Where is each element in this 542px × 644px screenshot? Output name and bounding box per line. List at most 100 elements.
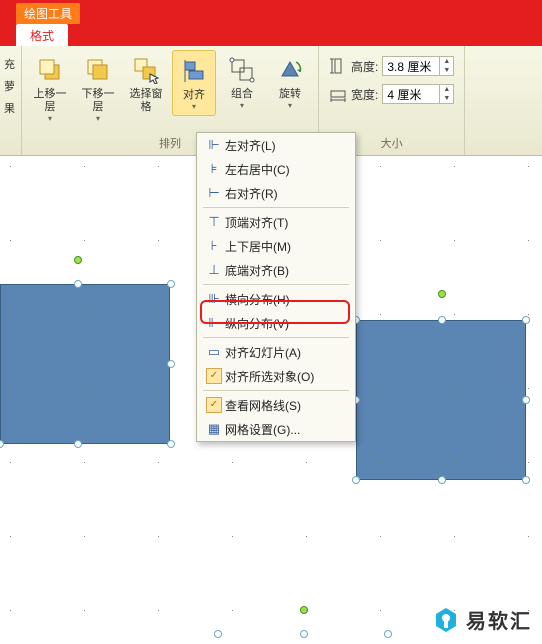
dropdown-item-11[interactable]: ▭对齐幻灯片(A) <box>197 340 355 364</box>
align-item-icon: ▦ <box>203 421 225 437</box>
group-icon <box>226 54 258 86</box>
dropdown-item-label: 右对齐(R) <box>225 185 347 202</box>
chevron-down-icon: ▾ <box>96 114 100 123</box>
dropdown-item-label: 网格设置(G)... <box>225 421 347 438</box>
dropdown-item-1[interactable]: ⊧左右居中(C) <box>197 157 355 181</box>
dropdown-item-12[interactable]: ✓对齐所选对象(O) <box>197 364 355 388</box>
dropdown-item-label: 底端对齐(B) <box>225 262 347 279</box>
rotate-handle[interactable] <box>74 256 82 264</box>
dropdown-item-label: 横向分布(H) <box>225 291 347 308</box>
resize-handle[interactable] <box>352 476 360 484</box>
resize-handle[interactable] <box>167 440 175 448</box>
rotate-button[interactable]: 旋转 ▾ <box>268 50 312 114</box>
check-icon: ✓ <box>206 368 222 384</box>
align-item-icon: ⊩ <box>203 315 225 331</box>
align-item-icon: ⊩ <box>203 137 225 153</box>
height-input[interactable]: ▲▼ <box>382 56 454 76</box>
chevron-down-icon: ▾ <box>192 102 196 111</box>
bring-forward-icon <box>34 54 66 86</box>
align-item-icon: ⊤ <box>203 214 225 230</box>
resize-handle[interactable] <box>438 476 446 484</box>
resize-handle[interactable] <box>522 476 530 484</box>
align-item-icon: ⊧ <box>203 161 225 177</box>
dropdown-item-9[interactable]: ⊩纵向分布(V) <box>197 311 355 335</box>
send-backward-button[interactable]: 下移一层 ▾ <box>76 50 120 127</box>
dropdown-item-5[interactable]: ⊦上下居中(M) <box>197 234 355 258</box>
group-button[interactable]: 组合 ▾ <box>220 50 264 114</box>
dropdown-separator <box>203 284 349 285</box>
trunc-1: 充 <box>4 56 19 72</box>
dropdown-item-15[interactable]: ▦网格设置(G)... <box>197 417 355 441</box>
resize-handle[interactable] <box>0 440 4 448</box>
ribbon-tabs: 格式 <box>0 24 542 46</box>
align-item-icon: ⊪ <box>203 291 225 307</box>
send-backward-icon <box>82 54 114 86</box>
dropdown-separator <box>203 207 349 208</box>
dropdown-item-2[interactable]: ⊢右对齐(R) <box>197 181 355 205</box>
rotate-handle[interactable] <box>438 290 446 298</box>
dropdown-item-label: 查看网格线(S) <box>225 397 347 414</box>
dropdown-item-8[interactable]: ⊪横向分布(H) <box>197 287 355 311</box>
width-row: 宽度: ▲▼ <box>329 84 454 104</box>
dropdown-separator <box>203 390 349 391</box>
dropdown-item-label: 纵向分布(V) <box>225 315 347 332</box>
dropdown-item-14[interactable]: ✓查看网格线(S) <box>197 393 355 417</box>
chevron-down-icon: ▾ <box>240 101 244 110</box>
resize-handle[interactable] <box>300 630 308 638</box>
width-icon <box>329 85 347 103</box>
width-value[interactable] <box>383 85 439 103</box>
resize-handle[interactable] <box>167 280 175 288</box>
logo-icon <box>432 606 460 634</box>
resize-handle[interactable] <box>167 360 175 368</box>
dropdown-item-label: 对齐所选对象(O) <box>225 368 347 385</box>
align-item-icon: ▭ <box>203 344 225 360</box>
align-button[interactable]: 对齐 ▾ <box>172 50 216 116</box>
align-item-icon: ⊥ <box>203 262 225 278</box>
bring-forward-button[interactable]: 上移一层 ▾ <box>28 50 72 127</box>
chevron-down-icon: ▾ <box>288 101 292 110</box>
dropdown-item-4[interactable]: ⊤顶端对齐(T) <box>197 210 355 234</box>
height-value[interactable] <box>383 57 439 75</box>
spin-up[interactable]: ▲ <box>440 85 453 94</box>
align-dropdown: ⊩左对齐(L)⊧左右居中(C)⊢右对齐(R)⊤顶端对齐(T)⊦上下居中(M)⊥底… <box>196 132 356 442</box>
chevron-down-icon: ▾ <box>48 114 52 123</box>
trunc-3: 果 <box>4 100 19 116</box>
height-row: 高度: ▲▼ <box>329 56 454 76</box>
height-icon <box>329 57 347 75</box>
logo-text: 易软汇 <box>466 605 532 634</box>
dropdown-item-6[interactable]: ⊥底端对齐(B) <box>197 258 355 282</box>
resize-handle[interactable] <box>384 630 392 638</box>
dropdown-item-label: 上下居中(M) <box>225 238 347 255</box>
selection-pane-icon <box>130 54 162 86</box>
height-label: 高度: <box>351 58 378 75</box>
dropdown-item-0[interactable]: ⊩左对齐(L) <box>197 133 355 157</box>
dropdown-item-label: 左对齐(L) <box>225 137 347 154</box>
dropdown-separator <box>203 337 349 338</box>
resize-handle[interactable] <box>522 316 530 324</box>
truncated-group: 充 萝 果 <box>0 46 22 155</box>
check-icon: ✓ <box>206 397 222 413</box>
watermark-logo: 易软汇 <box>432 605 532 634</box>
resize-handle[interactable] <box>522 396 530 404</box>
width-label: 宽度: <box>351 86 378 103</box>
resize-handle[interactable] <box>214 630 222 638</box>
resize-handle[interactable] <box>74 280 82 288</box>
spin-up[interactable]: ▲ <box>440 57 453 66</box>
shape-rect-1[interactable] <box>0 284 170 444</box>
align-item-icon: ⊦ <box>203 238 225 254</box>
resize-handle[interactable] <box>438 316 446 324</box>
spin-down[interactable]: ▼ <box>440 66 453 75</box>
selection-pane-button[interactable]: 选择窗格 <box>124 50 168 118</box>
shape-rect-2[interactable] <box>356 320 526 480</box>
dropdown-item-label: 对齐幻灯片(A) <box>225 344 347 361</box>
rotate-icon <box>274 54 306 86</box>
dropdown-item-label: 顶端对齐(T) <box>225 214 347 231</box>
titlebar: 绘图工具 <box>0 0 542 24</box>
width-input[interactable]: ▲▼ <box>382 84 454 104</box>
dropdown-item-label: 左右居中(C) <box>225 161 347 178</box>
align-item-icon: ⊢ <box>203 185 225 201</box>
align-icon <box>178 55 210 87</box>
resize-handle[interactable] <box>74 440 82 448</box>
tab-format[interactable]: 格式 <box>16 24 68 46</box>
spin-down[interactable]: ▼ <box>440 94 453 103</box>
